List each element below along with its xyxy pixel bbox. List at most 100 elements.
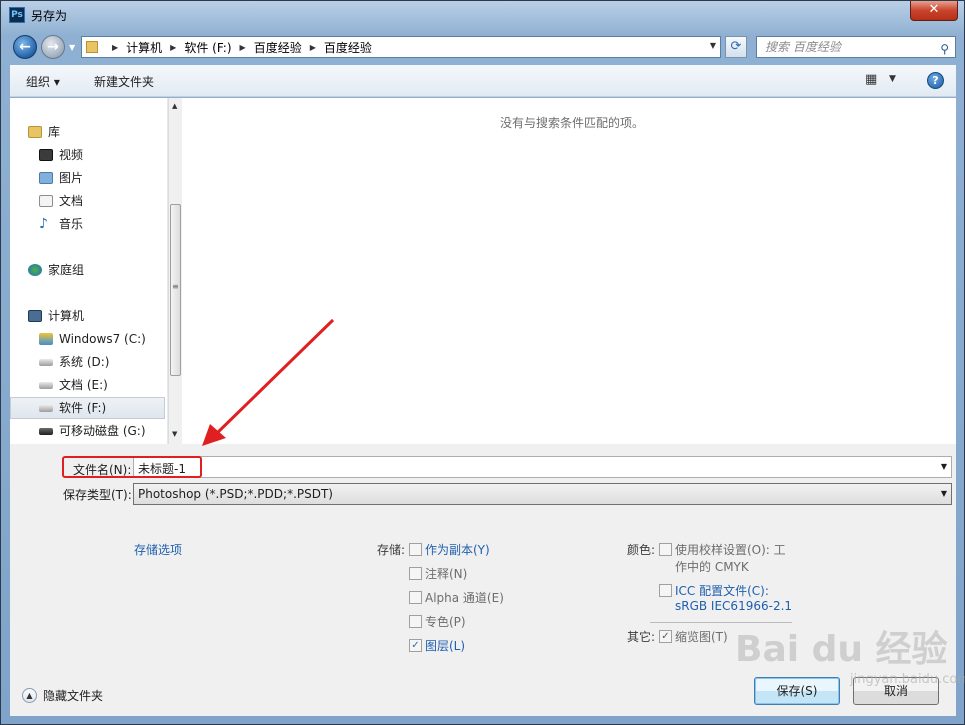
scroll-grip-icon: ≡ (172, 282, 179, 291)
nav-item-label: 计算机 (48, 309, 85, 323)
search-icon[interactable]: ⚲ (940, 39, 949, 59)
music-icon: ♪ (39, 216, 48, 232)
save-button[interactable]: 保存(S) (754, 677, 840, 705)
save-options-link[interactable]: 存储选项 (134, 541, 182, 558)
notes-checkbox[interactable] (409, 567, 422, 580)
nav-item-label: 视频 (59, 148, 84, 162)
nav-item-label: 可移动磁盘 (G:) (59, 424, 146, 438)
breadcrumb-separator-icon[interactable]: ▶ (310, 43, 316, 52)
icc-profile-value: sRGB IEC61966-2.1 (675, 599, 793, 613)
nav-item-homegroup[interactable]: 家庭组 (28, 259, 183, 281)
filetype-dropdown-icon[interactable]: ▼ (941, 489, 947, 498)
icc-label: ICC 配置文件(C): (675, 584, 769, 598)
file-browser: 库 视频 图片 文档 ♪ 音乐 家庭组 计算机 Windows7 (C:) 系统 … (10, 98, 956, 444)
drive-icon (39, 381, 53, 389)
address-row: ← → ▼ ▶ 计算机 ▶ 软件 (F:) ▶ 百度经验 ▶ 百度经验 ▼ ⟳ … (1, 31, 964, 61)
nav-item-label: Windows7 (C:) (59, 332, 146, 346)
use-proof-checkbox[interactable] (659, 543, 672, 556)
layers-option[interactable]: ✓ 图层(L) (409, 637, 465, 654)
notes-label: 注释(N) (425, 567, 468, 581)
drive-icon (39, 404, 53, 412)
spot-checkbox[interactable] (409, 615, 422, 628)
scroll-up-icon[interactable]: ▲ (172, 102, 177, 110)
icc-option[interactable]: ICC 配置文件(C): (659, 582, 769, 599)
forward-button[interactable]: → (41, 35, 65, 59)
as-copy-option[interactable]: 作为副本(Y) (409, 541, 490, 558)
icc-checkbox[interactable] (659, 584, 672, 597)
breadcrumb-drive-f[interactable]: 软件 (F:) (184, 39, 231, 56)
empty-folder-message: 没有与搜索条件匹配的项。 (500, 116, 645, 130)
collapse-up-icon: ▲ (22, 688, 37, 703)
nav-item-label: 文档 (59, 194, 84, 208)
other-label: 其它: (627, 630, 656, 644)
system-drive-icon (39, 333, 53, 345)
breadcrumb-folder-1[interactable]: 百度经验 (254, 39, 302, 56)
view-options-icon[interactable]: ▦ (865, 72, 877, 87)
layers-label: 图层(L) (425, 639, 466, 653)
search-input[interactable]: 搜索 百度经验 ⚲ (756, 36, 956, 58)
nav-item-computer[interactable]: 计算机 (28, 305, 183, 327)
title-bar: Ps 另存为 ✕ (1, 1, 964, 29)
use-proof-label: 使用校样设置(O): 工 (675, 543, 786, 557)
removable-drive-icon (39, 427, 53, 435)
breadcrumb-separator-icon[interactable]: ▶ (240, 43, 246, 52)
breadcrumb-separator-icon[interactable]: ▶ (170, 43, 176, 52)
nav-item-label: 图片 (59, 171, 84, 185)
filetype-label: 保存类型(T): (63, 488, 132, 502)
thumbnail-checkbox-checked-icon[interactable]: ✓ (659, 630, 672, 643)
picture-icon (39, 172, 53, 184)
filename-dropdown-icon[interactable]: ▼ (941, 462, 947, 471)
filename-label: 文件名(N): (62, 456, 202, 478)
as-copy-label: 作为副本(Y) (425, 543, 490, 557)
address-bar[interactable]: ▶ 计算机 ▶ 软件 (F:) ▶ 百度经验 ▶ 百度经验 ▼ (81, 36, 721, 58)
filename-input[interactable]: 未标题-1 ▼ (133, 456, 952, 478)
scroll-down-icon[interactable]: ▼ (172, 430, 177, 438)
alpha-checkbox[interactable] (409, 591, 422, 604)
help-icon[interactable]: ? (927, 72, 944, 89)
as-copy-checkbox[interactable] (409, 543, 422, 556)
new-folder-button[interactable]: 新建文件夹 (94, 73, 154, 90)
color-label: 颜色: (627, 543, 656, 557)
hide-folders-toggle[interactable]: ▲ 隐藏文件夹 (22, 687, 103, 704)
nav-item-drive-f[interactable]: 软件 (F:) (10, 397, 165, 419)
storage-label: 存储: (377, 543, 406, 557)
breadcrumb-separator-icon[interactable]: ▶ (112, 43, 118, 52)
use-proof-label-line2: 作中的 CMYK (675, 560, 749, 574)
use-proof-option[interactable]: 使用校样设置(O): 工 (659, 541, 786, 558)
alpha-label: Alpha 通道(E) (425, 591, 504, 605)
save-as-dialog: Ps 另存为 ✕ ← → ▼ ▶ 计算机 ▶ 软件 (F:) ▶ 百度经验 ▶ … (0, 0, 965, 725)
recent-locations-dropdown[interactable]: ▼ (69, 43, 75, 52)
computer-icon (28, 310, 42, 322)
window-title: 另存为 (31, 9, 68, 23)
notes-option[interactable]: 注释(N) (409, 565, 467, 582)
baidu-watermark-logo: Bai du 经验 (735, 629, 948, 670)
nav-item-label: 音乐 (59, 217, 84, 231)
command-bar: 组织 ▾ 新建文件夹 ▦ ▼ ? (10, 65, 956, 97)
nav-item-library[interactable]: 库 (28, 121, 183, 143)
breadcrumb-folder-2[interactable]: 百度经验 (324, 39, 372, 56)
photoshop-icon: Ps (9, 7, 25, 23)
layers-checkbox-checked-icon[interactable]: ✓ (409, 639, 422, 652)
thumbnail-option[interactable]: ✓ 缩览图(T) (659, 628, 728, 645)
organize-menu[interactable]: 组织 ▾ (26, 73, 60, 90)
nav-item-label: 家庭组 (48, 263, 85, 277)
nav-item-label: 文档 (E:) (59, 378, 108, 392)
address-dropdown-icon[interactable]: ▼ (710, 41, 716, 50)
refresh-button[interactable]: ⟳ (725, 36, 747, 58)
hide-folders-label: 隐藏文件夹 (43, 689, 104, 703)
back-button[interactable]: ← (13, 35, 37, 59)
nav-scrollbar[interactable]: ▲ ≡ ▼ (168, 98, 182, 444)
filetype-select[interactable]: Photoshop (*.PSD;*.PDD;*.PSDT) ▼ (133, 483, 952, 505)
nav-item-label: 系统 (D:) (59, 355, 110, 369)
spot-option[interactable]: 专色(P) (409, 613, 466, 630)
folder-icon (86, 41, 98, 53)
document-icon (39, 195, 53, 207)
filetype-value: Photoshop (*.PSD;*.PDD;*.PSDT) (138, 487, 333, 501)
alpha-option[interactable]: Alpha 通道(E) (409, 589, 504, 606)
baidu-watermark-url: jingyan.baidu.com (850, 672, 965, 687)
homegroup-icon (28, 264, 42, 276)
breadcrumb-computer[interactable]: 计算机 (126, 39, 162, 56)
drive-icon (39, 358, 53, 366)
close-button[interactable]: ✕ (910, 1, 958, 21)
view-dropdown-icon[interactable]: ▼ (889, 74, 896, 84)
